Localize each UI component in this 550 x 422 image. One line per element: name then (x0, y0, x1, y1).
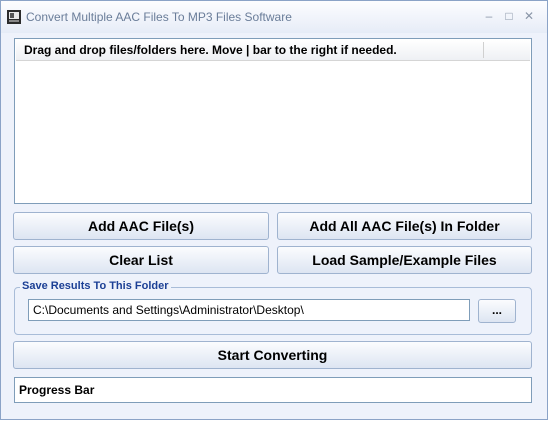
load-samples-button[interactable]: Load Sample/Example Files (277, 246, 532, 274)
file-list[interactable]: Drag and drop files/folders here. Move |… (14, 38, 532, 204)
app-icon (7, 10, 21, 24)
minimize-button[interactable]: – (479, 7, 499, 25)
output-folder-label: Save Results To This Folder (20, 280, 171, 292)
file-list-header-label: Drag and drop files/folders here. Move |… (24, 43, 397, 57)
clear-list-button[interactable]: Clear List (13, 246, 269, 274)
column-resize-handle[interactable] (483, 42, 484, 58)
add-files-button[interactable]: Add AAC File(s) (13, 212, 269, 240)
add-folder-button[interactable]: Add All AAC File(s) In Folder (277, 212, 532, 240)
progress-bar: Progress Bar (14, 377, 532, 403)
window-title: Convert Multiple AAC Files To MP3 Files … (26, 10, 292, 24)
start-converting-button[interactable]: Start Converting (13, 341, 532, 369)
browse-folder-button[interactable]: ... (478, 299, 516, 323)
maximize-button[interactable]: □ (499, 7, 519, 25)
app-window: Convert Multiple AAC Files To MP3 Files … (0, 0, 548, 420)
file-list-header[interactable]: Drag and drop files/folders here. Move |… (16, 40, 530, 61)
output-folder-field[interactable]: C:\Documents and Settings\Administrator\… (28, 299, 470, 321)
title-bar[interactable]: Convert Multiple AAC Files To MP3 Files … (1, 1, 547, 33)
close-button[interactable]: ✕ (519, 7, 539, 25)
